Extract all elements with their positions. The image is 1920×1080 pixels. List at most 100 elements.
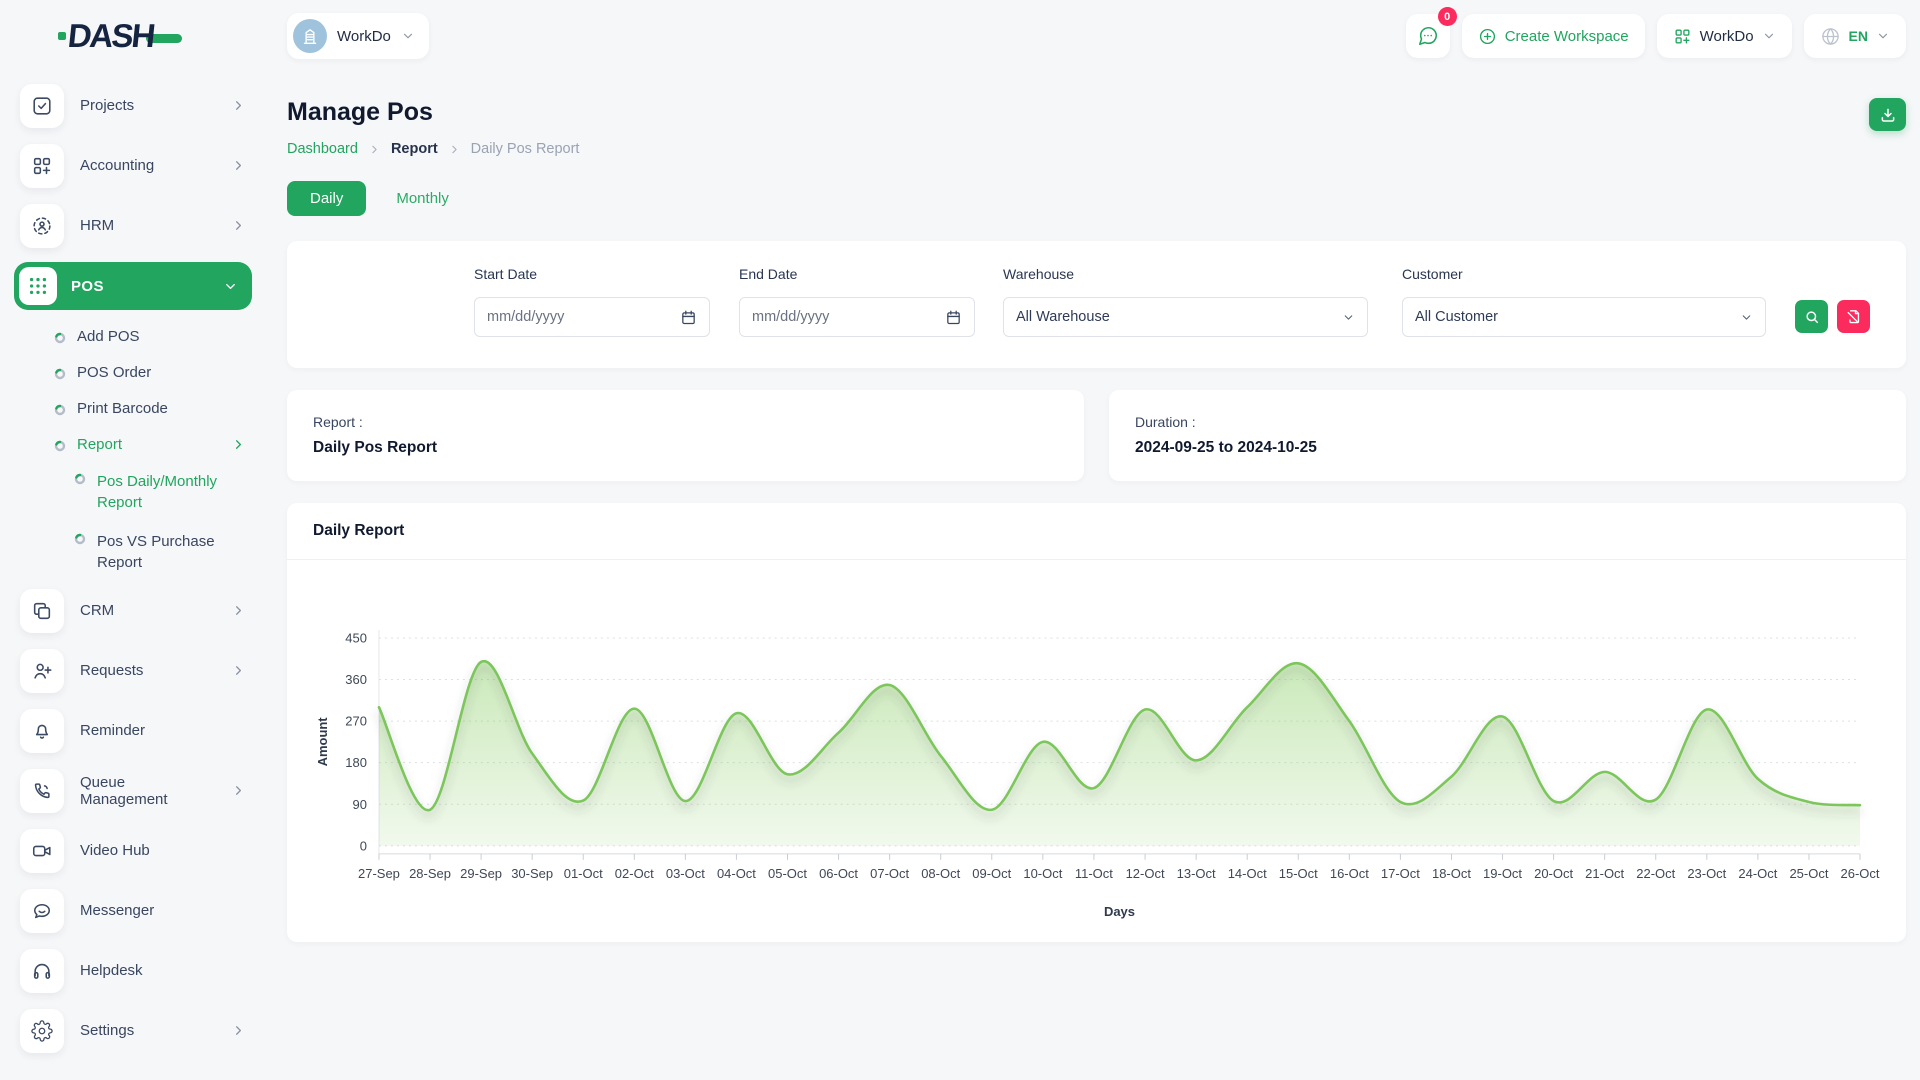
sidebar-item-pos-vs-purchase-report[interactable]: Pos VS Purchase Report [14, 527, 252, 577]
svg-text:05-Oct: 05-Oct [768, 866, 807, 881]
message-icon [20, 889, 64, 933]
company-menu[interactable]: WorkDo [1657, 14, 1792, 58]
workspace-selector[interactable]: WorkDo [287, 13, 429, 59]
sidebar-item-projects[interactable]: Projects [14, 82, 252, 129]
main-content: Manage Pos Dashboard Report Daily Pos Re… [287, 72, 1906, 942]
breadcrumb-current: Daily Pos Report [471, 141, 580, 157]
sidebar-item-pos[interactable]: POS [14, 262, 252, 310]
warehouse-field: Warehouse All Warehouse [1003, 266, 1368, 337]
report-summary-label: Report : [313, 414, 1058, 430]
start-date-field: Start Date mm/dd/yyyy [474, 266, 710, 337]
svg-text:06-Oct: 06-Oct [819, 866, 858, 881]
page-header: Manage Pos [287, 98, 1906, 131]
sidebar-item-label: Report [77, 436, 220, 453]
svg-text:27-Sep: 27-Sep [358, 866, 400, 881]
customer-select[interactable]: All Customer [1402, 297, 1766, 337]
report-tabs: Daily Monthly [287, 181, 1906, 216]
daily-report-chart: 090180270360450 27-Sep28-Sep29-Sep30-Sep… [287, 560, 1906, 928]
svg-text:29-Sep: 29-Sep [460, 866, 502, 881]
svg-text:01-Oct: 01-Oct [564, 866, 603, 881]
end-date-label: End Date [739, 266, 975, 282]
svg-text:450: 450 [345, 630, 367, 645]
gear-icon [20, 1009, 64, 1053]
app-logo[interactable]: DASH [68, 17, 182, 55]
sidebar-item-print-barcode[interactable]: Print Barcode [14, 395, 252, 422]
sidebar-item-pos-daily-monthly-report[interactable]: Pos Daily/Monthly Report [14, 467, 252, 517]
warehouse-select[interactable]: All Warehouse [1003, 297, 1368, 337]
chevron-right-icon [231, 1023, 246, 1038]
headphones-icon [20, 949, 64, 993]
chevron-right-icon [231, 98, 246, 113]
end-date-placeholder: mm/dd/yyyy [752, 309, 829, 325]
bullet-icon [54, 404, 66, 416]
chevron-down-icon [1876, 29, 1890, 43]
sidebar-item-crm[interactable]: CRM [14, 587, 252, 634]
calendar-icon [945, 309, 962, 326]
tab-monthly[interactable]: Monthly [376, 181, 469, 216]
search-icon [1804, 309, 1820, 325]
breadcrumb-dashboard-link[interactable]: Dashboard [287, 141, 358, 157]
sidebar-item-requests[interactable]: Requests [14, 647, 252, 694]
sidebar-item-label: Requests [80, 662, 215, 679]
messages-button[interactable]: 0 [1406, 14, 1450, 58]
report-summary-card: Report : Daily Pos Report [287, 390, 1084, 481]
sidebar-item-label: HRM [80, 217, 215, 234]
topbar-actions: 0 Create Workspace WorkDo EN [1406, 14, 1906, 58]
chevron-down-icon [1762, 29, 1776, 43]
start-date-placeholder: mm/dd/yyyy [487, 309, 564, 325]
sidebar-item-report[interactable]: Report [14, 431, 252, 458]
chevron-right-icon [231, 158, 246, 173]
chevron-down-icon [1740, 311, 1753, 324]
bullet-icon [54, 440, 66, 452]
dots-grid-icon [19, 267, 57, 305]
sidebar-item-label: Pos Daily/Monthly Report [97, 471, 246, 513]
svg-text:90: 90 [353, 797, 367, 812]
chevron-right-icon [231, 663, 246, 678]
svg-text:07-Oct: 07-Oct [870, 866, 909, 881]
sidebar-item-label: POS [71, 278, 209, 295]
sidebar-item-label: Messenger [80, 902, 246, 919]
svg-text:02-Oct: 02-Oct [615, 866, 654, 881]
chevron-down-icon [1342, 311, 1355, 324]
svg-text:180: 180 [345, 755, 367, 770]
apply-filter-button[interactable] [1795, 300, 1828, 333]
sidebar-item-label: Queue Management [80, 774, 215, 808]
tab-daily[interactable]: Daily [287, 181, 366, 216]
svg-text:04-Oct: 04-Oct [717, 866, 756, 881]
report-summary-value: Daily Pos Report [313, 439, 1058, 457]
create-workspace-button[interactable]: Create Workspace [1462, 14, 1645, 58]
logo-text: DASH [66, 17, 156, 55]
language-label: EN [1849, 28, 1868, 44]
bullet-icon [54, 368, 66, 380]
svg-text:24-Oct: 24-Oct [1738, 866, 1777, 881]
language-menu[interactable]: EN [1804, 14, 1906, 58]
start-date-input[interactable]: mm/dd/yyyy [474, 297, 710, 337]
customer-field: Customer All Customer [1402, 266, 1766, 337]
end-date-input[interactable]: mm/dd/yyyy [739, 297, 975, 337]
sidebar-item-queue-management[interactable]: Queue Management [14, 767, 252, 814]
svg-text:Amount: Amount [315, 717, 330, 767]
chart-svg: 090180270360450 27-Sep28-Sep29-Sep30-Sep… [307, 582, 1886, 924]
svg-text:23-Oct: 23-Oct [1687, 866, 1726, 881]
reset-filter-button[interactable] [1837, 300, 1870, 333]
workspace-avatar-building-icon [293, 19, 327, 53]
sidebar-item-pos-order[interactable]: POS Order [14, 359, 252, 386]
svg-text:10-Oct: 10-Oct [1023, 866, 1062, 881]
download-report-button[interactable] [1869, 98, 1906, 131]
chat-icon [1417, 25, 1439, 47]
sidebar-item-reminder[interactable]: Reminder [14, 707, 252, 754]
sidebar-item-label: Reminder [80, 722, 246, 739]
chart-card-header: Daily Report [287, 503, 1906, 560]
sidebar-item-helpdesk[interactable]: Helpdesk [14, 947, 252, 994]
svg-text:19-Oct: 19-Oct [1483, 866, 1522, 881]
globe-icon [1820, 26, 1841, 47]
sidebar-item-add-pos[interactable]: Add POS [14, 323, 252, 350]
sidebar-item-video-hub[interactable]: Video Hub [14, 827, 252, 874]
sidebar-item-accounting[interactable]: Accounting [14, 142, 252, 189]
breadcrumb-report[interactable]: Report [391, 141, 438, 157]
start-date-label: Start Date [474, 266, 710, 282]
warehouse-label: Warehouse [1003, 266, 1368, 282]
sidebar-item-hrm[interactable]: HRM [14, 202, 252, 249]
sidebar-item-settings[interactable]: Settings [14, 1007, 252, 1054]
sidebar-item-messenger[interactable]: Messenger [14, 887, 252, 934]
